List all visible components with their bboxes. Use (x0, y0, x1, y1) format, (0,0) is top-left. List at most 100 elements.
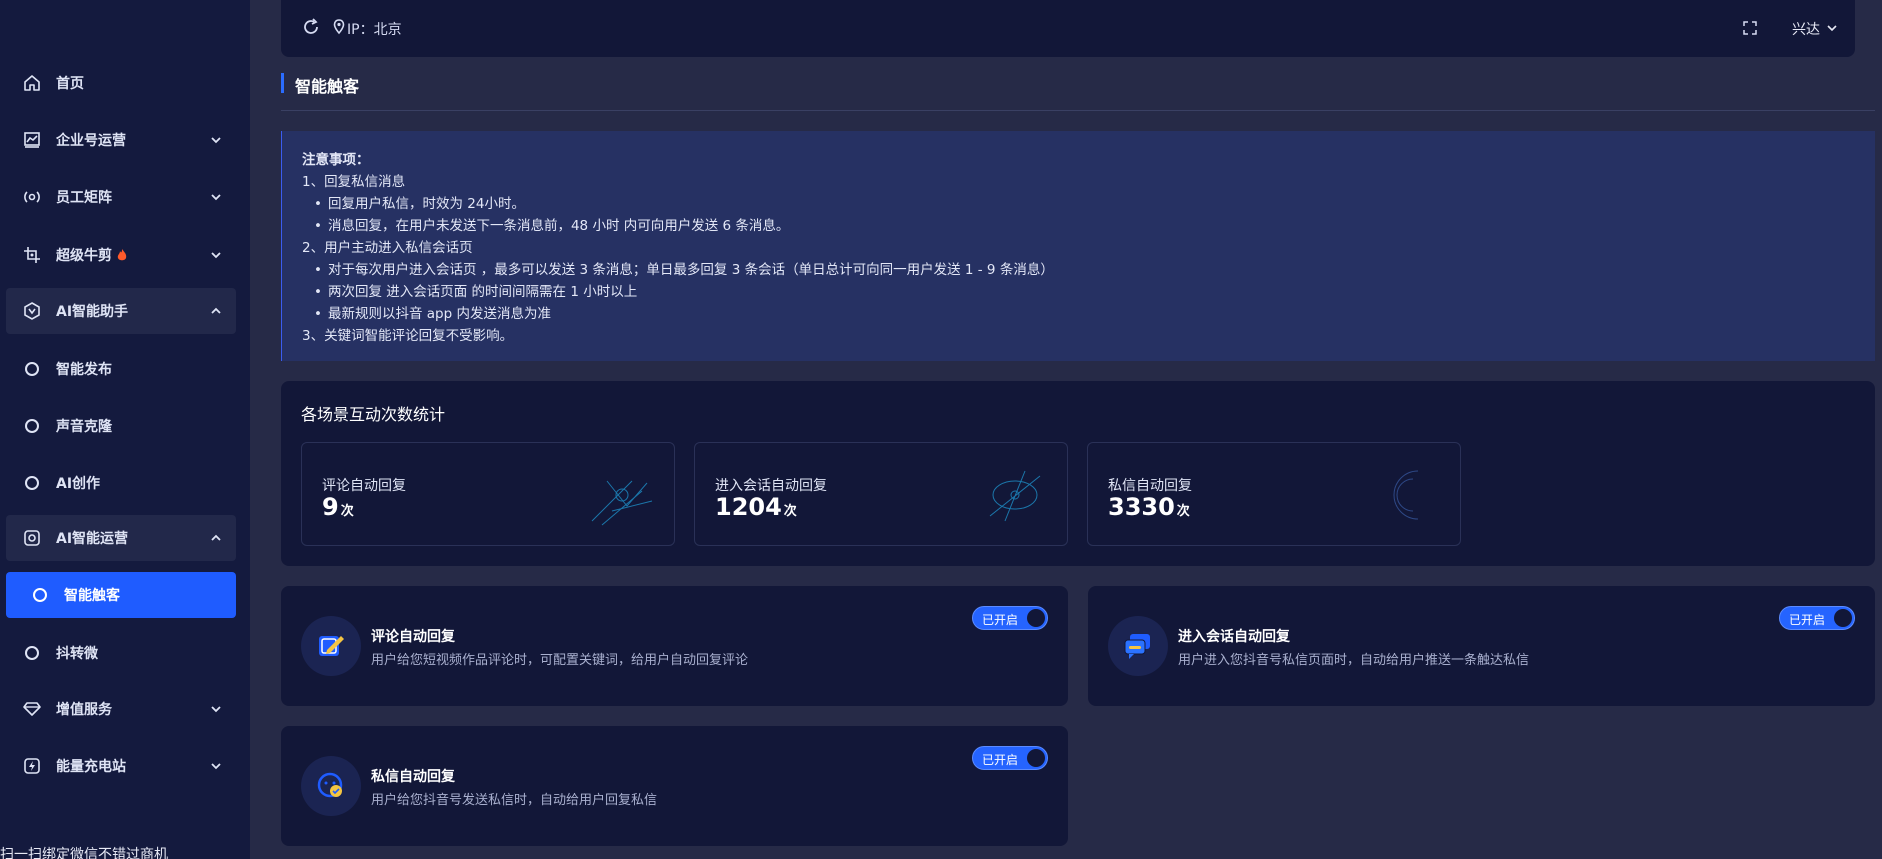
sidebar-item-ai-operation[interactable]: AI智能运营 (6, 515, 236, 561)
notice-line: 2、用户主动进入私信会话页 (302, 240, 473, 256)
sidebar-item-label: 增值服务 (56, 702, 112, 718)
toggle-knob (1027, 609, 1045, 627)
stat-value: 3330 次 (1108, 493, 1190, 521)
chat-icon (1108, 616, 1168, 676)
notice-line: 消息回复，在用户未发送下一条消息前，48 小时 内可向用户发送 6 条消息。 (302, 215, 1875, 237)
topbar: IP：北京 兴达 (281, 0, 1855, 57)
stat-value: 1204 次 (715, 493, 797, 521)
decoration-graphic-icon (591, 480, 653, 526)
sidebar-item-label: AI智能助手 (56, 304, 129, 320)
notice-line: 对于每次用户进入会话页 ，最多可以发送 3 条消息；单日最多回复 3 条会话（单… (302, 259, 1875, 281)
enable-toggle[interactable]: 已开启 (972, 746, 1048, 770)
fire-icon (117, 249, 127, 261)
refresh-icon[interactable] (301, 17, 321, 37)
sidebar-item-voice-clone[interactable]: 声音克隆 (6, 403, 236, 449)
sidebar-item-label: 超级牛剪 (56, 248, 112, 264)
notice-line: 1、回复私信消息 (302, 174, 406, 190)
sidebar-item-label: 智能发布 (56, 362, 112, 378)
sidebar-item-smart-publish[interactable]: 智能发布 (6, 346, 236, 392)
chevron-down-icon (211, 706, 221, 713)
ai-assistant-icon (22, 301, 42, 321)
sidebar-item-value-added-services[interactable]: 增值服务 (6, 686, 236, 732)
diamond-icon (22, 699, 42, 719)
chevron-down-icon (211, 252, 221, 259)
stat-label: 进入会话自动回复 (715, 478, 827, 494)
sidebar-item-douyin-to-wechat[interactable]: 抖转微 (6, 630, 236, 676)
user-name[interactable]: 兴达 (1792, 19, 1820, 39)
notice-line: 回复用户私信，时效为 24小时。 (302, 193, 1875, 215)
sidebar-item-super-clip[interactable]: 超级牛剪 (6, 232, 236, 278)
chevron-down-icon (211, 137, 221, 144)
decoration-graphic-icon (1393, 470, 1419, 520)
circle-icon (22, 473, 42, 493)
broadcast-icon (22, 187, 42, 207)
feature-title: 私信自动回复 (371, 769, 455, 785)
stat-card-private-message-reply: 私信自动回复 3330 次 (1087, 442, 1461, 546)
sidebar-item-smart-reach[interactable]: 智能触客 (6, 572, 236, 618)
sidebar-item-label: 智能触客 (64, 588, 120, 604)
feature-title: 进入会话自动回复 (1178, 629, 1290, 645)
sidebar-item-enterprise-operation[interactable]: 企业号运营 (6, 117, 236, 163)
sidebar-item-label: 抖转微 (56, 646, 98, 662)
decoration-graphic-icon (989, 470, 1041, 522)
toggle-knob (1834, 609, 1852, 627)
feature-card-session-reply[interactable]: 进入会话自动回复 用户进入您抖音号私信页面时，自动给用户推送一条触达私信 已开启 (1088, 586, 1875, 706)
feature-description: 用户给您短视频作品评论时，可配置关键词，给用户自动回复评论 (371, 653, 749, 668)
circle-icon (22, 359, 42, 379)
toggle-label: 已开启 (1789, 613, 1826, 627)
stat-card-comment-reply: 评论自动回复 9次 (301, 442, 675, 546)
chevron-down-icon (211, 763, 221, 770)
circle-icon (22, 643, 42, 663)
sidebar-item-label: 企业号运营 (56, 133, 126, 149)
sidebar-item-label: 首页 (56, 76, 84, 92)
notice-line: 最新规则以抖音 app 内发送消息为准 (302, 303, 1875, 325)
toggle-knob (1027, 749, 1045, 767)
notice-line: 3、关键词智能评论回复不受影响。 (302, 328, 514, 344)
message-reply-icon (301, 756, 361, 816)
edit-icon (301, 616, 361, 676)
chart-icon (22, 130, 42, 150)
enable-toggle[interactable]: 已开启 (972, 606, 1048, 630)
feature-description: 用户给您抖音号发送私信时，自动给用户回复私信 (371, 793, 658, 808)
feature-card-private-message-reply[interactable]: 私信自动回复 用户给您抖音号发送私信时，自动给用户回复私信 已开启 (281, 726, 1068, 846)
circle-icon (30, 585, 50, 605)
feature-card-comment-reply[interactable]: 评论自动回复 用户给您短视频作品评论时，可配置关键词，给用户自动回复评论 已开启 (281, 586, 1068, 706)
enable-toggle[interactable]: 已开启 (1779, 606, 1855, 630)
circle-icon (22, 416, 42, 436)
page-title: 智能触客 (281, 73, 359, 96)
sidebar-item-employee-matrix[interactable]: 员工矩阵 (6, 174, 236, 220)
ai-operation-icon (22, 528, 42, 548)
crop-icon (22, 245, 42, 265)
sidebar-item-ai-assistant[interactable]: AI智能助手 (6, 288, 236, 334)
stat-card-session-reply: 进入会话自动回复 1204 次 (694, 442, 1068, 546)
stats-panel: 各场景互动次数统计 评论自动回复 9次 进入会话自动回复 1204 次 私信自动回… (281, 381, 1875, 566)
ip-location-text: IP：北京 (347, 22, 402, 38)
location-icon (333, 19, 345, 35)
divider (281, 110, 1875, 111)
sidebar-item-energy-station[interactable]: 能量充电站 (6, 743, 236, 789)
sidebar-item-label: 员工矩阵 (56, 190, 112, 206)
sidebar-footer-text: 扫一扫绑定微信不错过商机 (0, 847, 168, 859)
notice-heading: 注意事项： (302, 152, 370, 168)
toggle-label: 已开启 (982, 753, 1019, 767)
sidebar-item-ai-create[interactable]: AI创作 (6, 460, 236, 506)
stat-value: 9次 (322, 493, 354, 521)
chevron-down-icon (211, 194, 221, 201)
sidebar-item-label: 声音克隆 (56, 419, 112, 435)
notice-line: 两次回复 进入会话页面 的时间间隔需在 1 小时以上 (302, 281, 1875, 303)
stat-label: 私信自动回复 (1108, 478, 1192, 494)
sidebar-item-label: AI智能运营 (56, 531, 129, 547)
sidebar-item-label: AI创作 (56, 476, 101, 492)
sidebar: 首页 企业号运营 员工矩阵 超级牛剪 AI智能助手 智能发布 声音克隆 AI创作… (0, 0, 250, 859)
toggle-label: 已开启 (982, 613, 1019, 627)
chevron-up-icon (211, 307, 221, 314)
sidebar-item-home[interactable]: 首页 (6, 60, 236, 106)
home-icon (22, 73, 42, 93)
stats-title: 各场景互动次数统计 (301, 405, 446, 424)
stat-label: 评论自动回复 (322, 478, 406, 494)
notice-panel: 注意事项： 1、回复私信消息 回复用户私信，时效为 24小时。 消息回复，在用户… (281, 131, 1875, 361)
feature-description: 用户进入您抖音号私信页面时，自动给用户推送一条触达私信 (1178, 653, 1530, 668)
fullscreen-icon[interactable] (1742, 20, 1758, 36)
chevron-up-icon (211, 534, 221, 541)
chevron-down-icon[interactable] (1825, 21, 1839, 35)
